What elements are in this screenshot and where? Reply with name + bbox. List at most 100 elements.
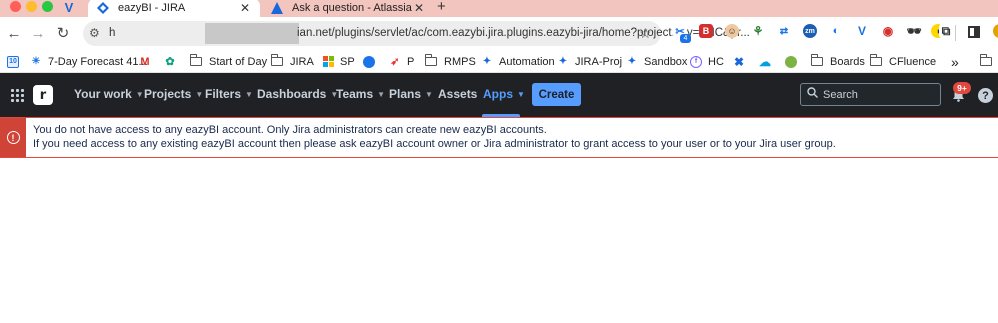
extension-vivaldi-icon[interactable]: V — [855, 24, 869, 38]
bookmark-jira-proj[interactable]: ✦ JIRA-Proj — [557, 54, 622, 69]
bookmark-label: JIRA — [290, 55, 314, 68]
window-minimize-button[interactable] — [26, 1, 37, 12]
help-icon[interactable]: ? — [978, 88, 993, 103]
nav-plans[interactable]: Plans ▼ — [389, 87, 433, 101]
globe-icon — [363, 55, 375, 68]
nav-apps[interactable]: Apps ▼ — [483, 87, 525, 101]
extension-zm-icon[interactable]: zm — [803, 24, 817, 38]
extension-incognito-icon[interactable]: 🕶 — [906, 24, 922, 38]
site-settings-icon[interactable]: ⚙ — [89, 26, 100, 40]
calendar-icon: 10 — [7, 55, 19, 68]
nav-assets[interactable]: Assets — [438, 87, 477, 101]
folder-icon — [271, 54, 283, 66]
side-panel-icon[interactable] — [968, 26, 980, 38]
bookmark-label: JIRA-Proj — [575, 55, 623, 68]
nav-label: Projects — [144, 87, 192, 101]
site-logo[interactable]: r — [33, 85, 53, 105]
green-circle-icon — [785, 55, 797, 68]
bookmark-label: HC — [708, 55, 724, 68]
tab-eazybi[interactable]: eazyBI - JIRA ✕ — [88, 0, 260, 17]
error-banner: ! You do not have access to any eazyBI a… — [0, 117, 998, 158]
tab-ask-question[interactable]: Ask a question - Atlassian Co ✕ — [262, 0, 434, 17]
bookmark-calendar[interactable]: 10 — [7, 54, 25, 69]
bookmark-label: CFluence — [889, 55, 937, 68]
address-bar[interactable]: ⚙ h ian.net/plugins/servlet/ac/com.eazyb… — [83, 21, 750, 46]
extension-face-icon[interactable]: ☺ — [725, 24, 739, 38]
folder-icon — [870, 54, 882, 66]
bookmark-all-folder[interactable] — [980, 54, 998, 69]
bookmark-hc[interactable]: f HC — [690, 54, 724, 69]
bookmarks-bar: 10 ☀ 7-Day Forecast 41... M ✿ Start of D… — [0, 49, 998, 73]
chatgpt-icon: ✿ — [165, 56, 175, 68]
forward-arrow-icon[interactable]: → — [30, 24, 46, 42]
hc-icon: f — [690, 55, 702, 68]
extension-swirl-icon[interactable]: ◐ — [829, 24, 843, 38]
nav-projects[interactable]: Projects ▼ — [144, 87, 203, 101]
weather-icon: ☀ — [31, 56, 41, 67]
redacted-url-block — [205, 23, 299, 44]
bookmark-jira[interactable]: JIRA — [271, 54, 314, 69]
jira-top-nav: r Your work ▼ Projects ▼ Filters ▼ Dashboar… — [0, 73, 998, 117]
bookmark-green[interactable] — [785, 54, 803, 69]
jira-favicon-icon — [96, 1, 110, 14]
bookmark-weather[interactable]: ☀ 7-Day Forecast 41... — [30, 54, 148, 69]
nav-teams[interactable]: Teams ▼ — [336, 87, 385, 101]
new-tab-button[interactable]: + — [437, 0, 446, 15]
extension-target-icon[interactable]: ◉ — [881, 24, 895, 38]
app-switcher-grid-icon[interactable] — [11, 89, 24, 102]
nav-dashboards[interactable]: Dashboards ▼ — [257, 87, 338, 101]
bookmark-automation[interactable]: ✦ Automation — [481, 54, 555, 69]
bookmarks-overflow-button[interactable]: » — [951, 54, 959, 70]
browser-tab-strip: V eazyBI - JIRA ✕ Ask a question - Atlas… — [0, 0, 998, 17]
logo-letter: r — [39, 87, 47, 103]
extension-badge: 4 — [680, 34, 691, 43]
bookmark-sandbox[interactable]: ✦ Sandbox — [626, 54, 688, 69]
profile-avatar[interactable] — [993, 24, 998, 38]
bookmark-cfluence[interactable]: CFluence — [870, 54, 936, 69]
bookmark-boards[interactable]: Boards — [811, 54, 865, 69]
bookmark-star-icon[interactable]: ☆ — [639, 25, 652, 42]
extension-leaf-icon[interactable]: ⚘ — [751, 24, 765, 38]
reload-icon[interactable]: ↻ — [55, 24, 71, 42]
notifications-badge: 9+ — [953, 82, 971, 94]
pinned-tab-vivaldi-icon[interactable]: V — [60, 0, 78, 15]
bookmark-sp[interactable]: SP — [322, 54, 355, 69]
bookmark-label: RMPS — [444, 55, 476, 68]
bookmark-rmps[interactable]: RMPS — [425, 54, 476, 69]
tab-close-icon[interactable]: ✕ — [238, 1, 252, 15]
nav-label: Teams — [336, 87, 374, 101]
window-zoom-button[interactable] — [42, 1, 53, 12]
nav-label: Apps — [483, 87, 513, 101]
toolbar-separator — [955, 25, 956, 41]
error-strip: ! — [0, 118, 26, 157]
nav-label: Plans — [389, 87, 422, 101]
bookmark-gmail[interactable]: M — [139, 54, 157, 69]
confluence-icon: ✖ — [733, 54, 745, 69]
tab-title: Ask a question - Atlassian Co — [292, 1, 412, 14]
cloud-icon: ☁ — [759, 54, 771, 69]
create-button[interactable]: Create — [532, 83, 581, 106]
bookmark-start-of-day[interactable]: Start of Day — [190, 54, 267, 69]
extensions-puzzle-icon[interactable]: ⧉ — [939, 24, 953, 38]
extension-red-b-icon[interactable]: B — [699, 24, 713, 38]
atlassian-favicon-icon — [270, 1, 284, 14]
extension-arrows-icon[interactable]: ⇄ — [777, 24, 791, 38]
search-input[interactable] — [823, 86, 935, 103]
nav-filters[interactable]: Filters ▼ — [205, 87, 253, 101]
window-close-button[interactable] — [10, 1, 21, 12]
bookmark-label: P — [407, 55, 415, 68]
tab-close-icon[interactable]: ✕ — [412, 1, 426, 15]
bookmark-chatgpt[interactable]: ✿ — [164, 54, 182, 69]
back-arrow-icon[interactable]: ← — [6, 24, 22, 42]
p-icon: ➶ — [390, 56, 400, 68]
nav-your-work[interactable]: Your work ▼ — [74, 87, 144, 101]
chevron-down-icon: ▼ — [425, 89, 433, 99]
jira-icon: ✦ — [558, 56, 568, 67]
nav-label: Assets — [438, 87, 478, 101]
chevron-down-icon: ▼ — [377, 89, 386, 99]
search-field[interactable] — [800, 83, 941, 106]
bookmark-confluence[interactable]: ✖ — [733, 54, 751, 69]
bookmark-globe[interactable] — [363, 54, 381, 69]
bookmark-p[interactable]: ➶ P — [389, 54, 414, 69]
bookmark-salesforce[interactable]: ☁ — [759, 54, 777, 69]
